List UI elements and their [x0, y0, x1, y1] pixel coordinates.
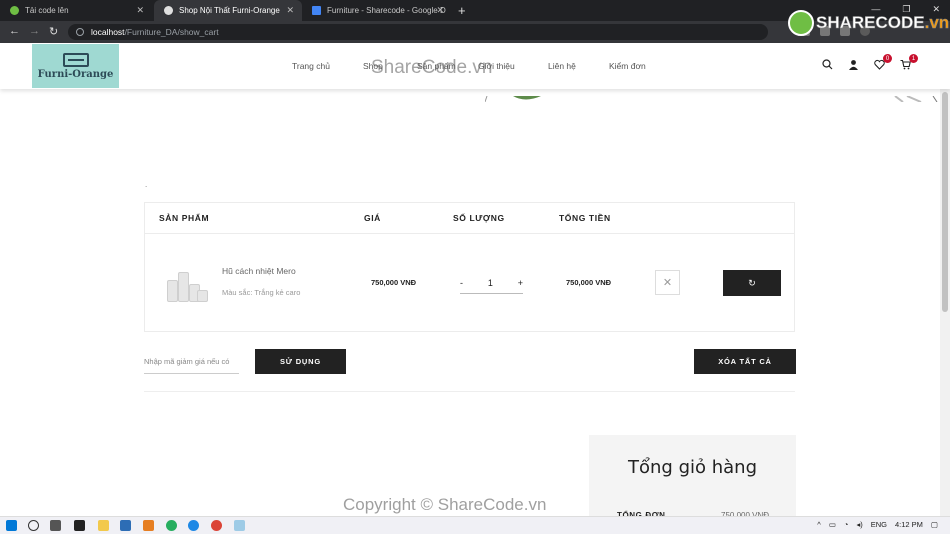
tab-tai-code[interactable]: Tải code lên ✕ [0, 0, 152, 21]
close-icon[interactable]: ✕ [286, 5, 294, 16]
app-icon[interactable] [166, 520, 177, 531]
tab-favicon-icon [312, 6, 321, 15]
menu-item-home[interactable]: Trang chủ [292, 61, 363, 71]
system-tray: ^ ▭ ◔ ◂) ENG 4:12 PM ▢ [817, 520, 938, 529]
tab-favicon-icon [164, 6, 173, 15]
tab-google-drive[interactable]: Furniture - Sharecode - Google D ✕ [302, 0, 452, 21]
battery-icon[interactable]: ▭ [829, 520, 836, 529]
divider [144, 391, 795, 392]
volume-icon[interactable]: ◂) [856, 520, 862, 529]
clear-cart-button[interactable]: XÓA TẤT CẢ [694, 349, 796, 374]
tab-title: Shop Nội Thất Furni-Orange [179, 6, 280, 15]
watermark-text: ShareCode.vn [371, 57, 493, 78]
column-price: GIÁ [364, 213, 381, 223]
file-explorer-icon[interactable] [98, 520, 109, 531]
app-icon[interactable] [143, 520, 154, 531]
url-input[interactable]: localhost/Furniture_DA/show_cart [68, 24, 768, 40]
sharecode-logo: SHARECODE.vn [788, 10, 949, 36]
chevron-up-icon[interactable]: ^ [817, 520, 821, 529]
product-name[interactable]: Hũ cách nhiệt Mero [222, 266, 296, 276]
increase-button[interactable]: + [518, 278, 523, 288]
menu-item-order-check[interactable]: Kiểm đơn [609, 61, 646, 71]
wishlist-count-badge: 0 [883, 54, 892, 63]
tab-title: Tải code lên [25, 6, 69, 15]
info-icon[interactable] [76, 28, 84, 36]
watermark-text: Copyright © ShareCode.vn [343, 495, 547, 514]
forward-icon[interactable]: → [29, 25, 40, 37]
edge-icon[interactable] [188, 520, 199, 531]
clock[interactable]: 4:12 PM [895, 520, 923, 529]
quantity-stepper: - 1 + [460, 272, 523, 294]
cart-count-badge: 1 [909, 54, 918, 63]
notification-icon[interactable]: ▢ [931, 520, 938, 529]
cart-table-header: SẢN PHẨM GIÁ SỐ LƯỢNG TỔNG TIỀN [145, 203, 794, 234]
column-total: TỔNG TIỀN [559, 213, 611, 223]
page-marker: . [145, 180, 148, 189]
remove-item-button[interactable]: ✕ [655, 270, 680, 295]
close-icon[interactable]: ✕ [136, 5, 144, 16]
column-product: SẢN PHẨM [159, 213, 210, 223]
product-thumbnail[interactable] [165, 264, 209, 304]
decrease-button[interactable]: - [460, 278, 463, 288]
cart-totals-title: Tổng giỏ hàng [628, 457, 757, 478]
app-icon[interactable] [234, 520, 245, 531]
url-path: /Furniture_DA/show_cart [124, 27, 219, 37]
hero-image-fragment [484, 89, 545, 103]
app-icon[interactable] [74, 520, 85, 531]
url-host: localhost [91, 27, 125, 37]
windows-taskbar: ^ ▭ ◔ ◂) ENG 4:12 PM ▢ [0, 516, 950, 534]
product-variant: Màu sắc: Trắng kẻ caro [222, 288, 301, 297]
cart-icon[interactable]: 1 [900, 54, 918, 71]
language-indicator[interactable]: ENG [871, 520, 887, 529]
close-icon: ✕ [662, 277, 673, 289]
sharecode-ball-icon [788, 10, 814, 36]
header-icons: 0 1 [822, 54, 918, 71]
sharecode-logo-text: SHARECODE.vn [816, 13, 950, 33]
quantity-value[interactable]: 1 [488, 278, 493, 288]
new-tab-icon[interactable]: + [458, 3, 466, 18]
heart-icon[interactable]: 0 [874, 54, 892, 71]
app-icon[interactable] [120, 520, 131, 531]
product-price: 750,000 VNĐ [371, 278, 417, 287]
tab-favicon-icon [10, 6, 19, 15]
apply-coupon-button[interactable]: SỬ DỤNG [255, 349, 346, 374]
user-icon[interactable] [848, 59, 860, 71]
chrome-icon[interactable] [211, 520, 222, 531]
cart-totals-box: Tổng giỏ hàng TỔNG ĐƠN 750,000 VNĐ [589, 435, 796, 520]
reload-icon[interactable]: ↻ [49, 25, 58, 38]
menu-item-contact[interactable]: Liên hệ [548, 61, 609, 71]
logo-text: Furni-Orange [37, 68, 114, 80]
back-icon[interactable]: ← [9, 25, 20, 37]
update-cart-button[interactable]: ↻ [723, 270, 781, 296]
column-quantity: SỐ LƯỢNG [453, 213, 505, 223]
tab-shop[interactable]: Shop Nội Thất Furni-Orange ✕ [154, 0, 302, 21]
network-icon[interactable]: ◔ [844, 520, 849, 529]
refresh-icon: ↻ [748, 277, 756, 288]
hero-image-fragment [893, 89, 938, 103]
search-icon[interactable] [822, 59, 834, 71]
coupon-input[interactable] [144, 350, 239, 374]
table-row: Hũ cách nhiệt Mero Màu sắc: Trắng kẻ car… [145, 234, 794, 332]
logo-mark-icon [62, 52, 89, 67]
close-icon[interactable]: ✕ [436, 5, 444, 16]
cart-table: SẢN PHẨM GIÁ SỐ LƯỢNG TỔNG TIỀN Hũ cách … [144, 202, 795, 332]
tab-title: Furniture - Sharecode - Google D [327, 6, 446, 15]
task-view-icon[interactable] [50, 520, 61, 531]
scrollbar-thumb[interactable] [942, 92, 948, 312]
line-total: 750,000 VNĐ [566, 278, 612, 287]
site-logo[interactable]: Furni-Orange [32, 44, 119, 88]
windows-start-icon[interactable] [6, 520, 17, 531]
search-icon[interactable] [28, 520, 39, 531]
